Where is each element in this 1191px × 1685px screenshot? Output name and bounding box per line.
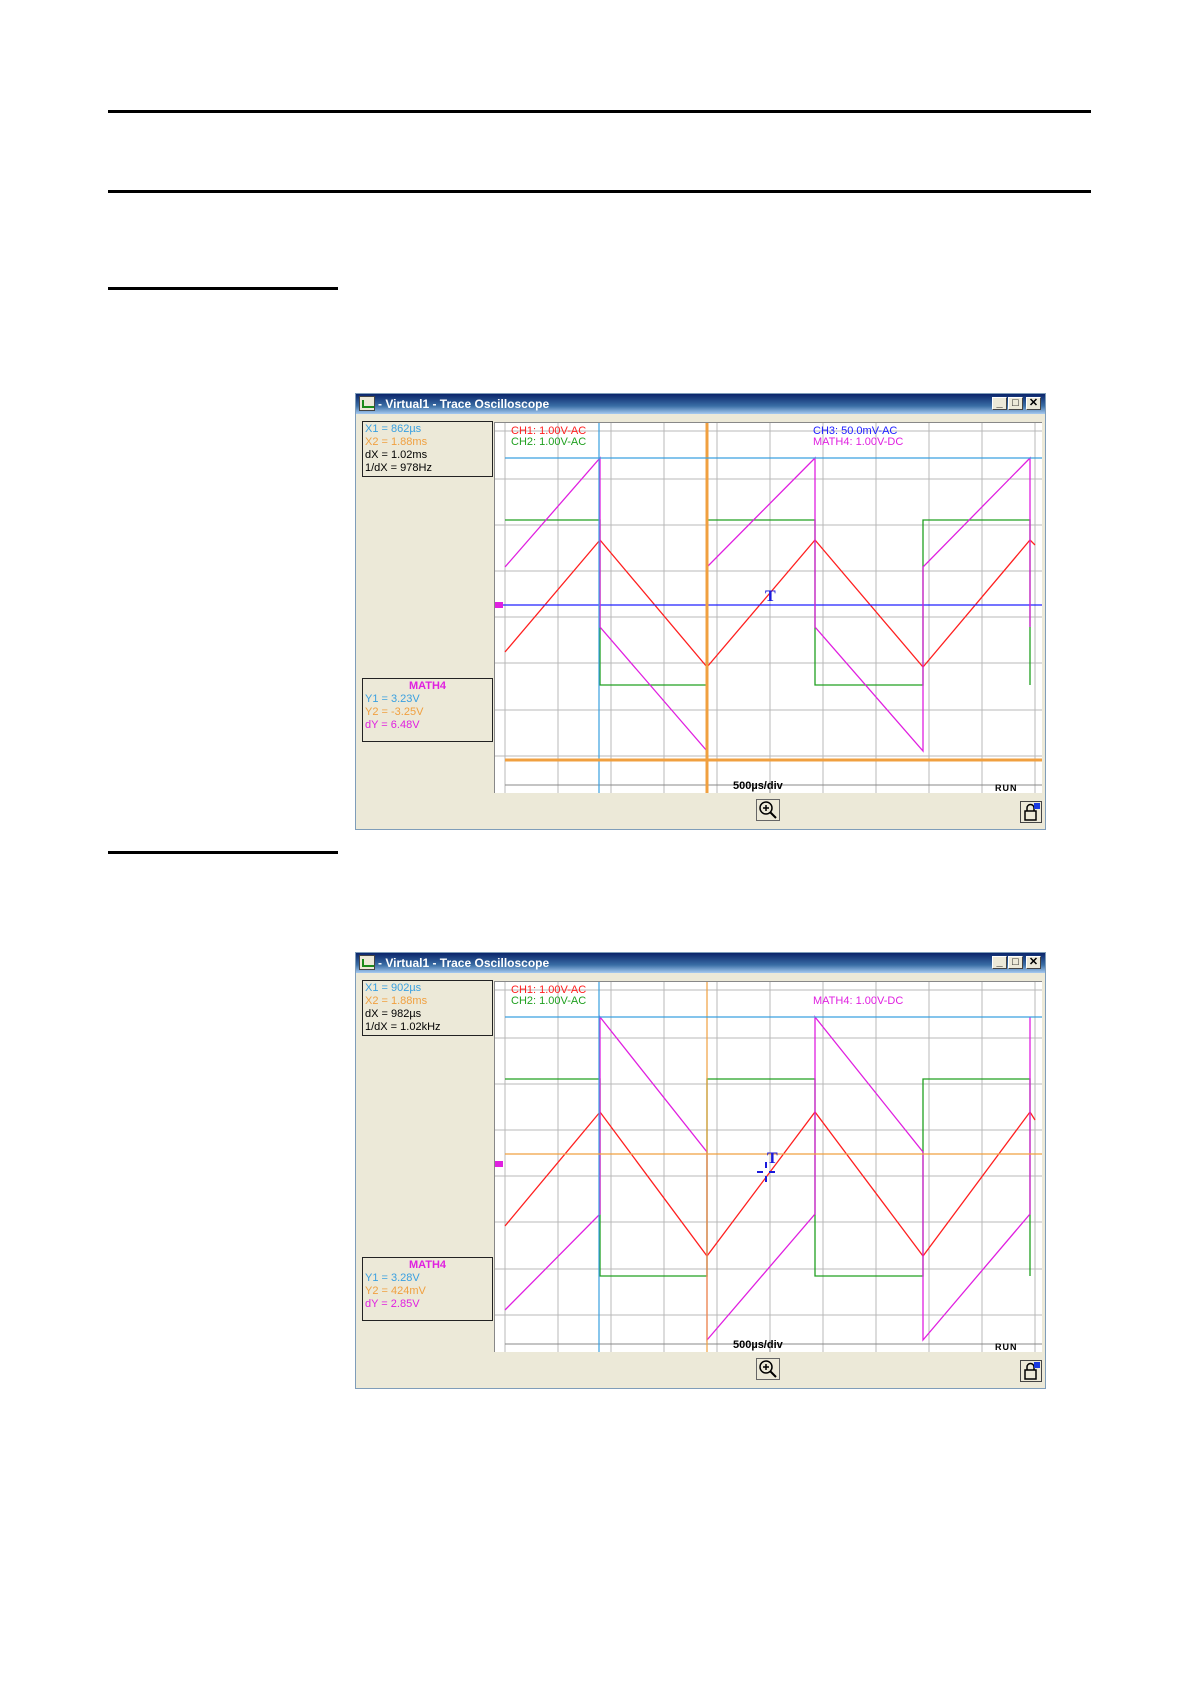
math4-sawtooth-trace: [504, 1015, 1031, 1342]
math-channel-header: MATH4: [408, 1259, 447, 1271]
timebase-label: 500µs/div: [733, 1339, 783, 1351]
scope-display[interactable]: CH1: 1.00V-AC CH2: 1.00V-AC MATH4: 1.00V…: [494, 981, 1042, 1352]
math-channel-header: MATH4: [408, 680, 447, 692]
ground-marker-icon: [495, 602, 503, 608]
dy-readout: dY = 2.85V: [365, 1298, 420, 1310]
header-rule-top: [108, 110, 1091, 113]
x2-readout: X2 = 1.88ms: [365, 995, 428, 1007]
zoom-in-button[interactable]: [756, 799, 780, 821]
y1-readout: Y1 = 3.28V: [365, 1272, 420, 1284]
timebase-label: 500µs/div: [733, 780, 783, 792]
inverse-dx-readout: 1/dX = 978Hz: [365, 462, 432, 474]
oscilloscope-window-1: - Virtual1 - Trace Oscilloscope _ □ ✕ X1…: [355, 393, 1046, 830]
x2-readout: X2 = 1.88ms: [365, 436, 428, 448]
zoom-in-button[interactable]: [756, 1358, 780, 1380]
y2-readout: Y2 = 424mV: [365, 1285, 426, 1297]
graticule: [495, 423, 1042, 793]
title-bar[interactable]: - Virtual1 - Trace Oscilloscope _ □ ✕: [356, 953, 1045, 973]
ground-marker-icon: [495, 1161, 503, 1167]
trigger-marker[interactable]: T: [767, 1150, 778, 1168]
window-title: - Virtual1 - Trace Oscilloscope: [378, 397, 550, 411]
close-button[interactable]: ✕: [1026, 397, 1041, 410]
ch2-label: CH2: 1.00V-AC: [511, 995, 587, 1007]
lock-button[interactable]: [1020, 801, 1042, 823]
scope-display[interactable]: CH1: 1.00V-AC CH2: 1.00V-AC CH3: 50.0mV-…: [494, 422, 1042, 793]
zoom-in-icon: [759, 1360, 777, 1378]
x1-readout: X1 = 862µs: [365, 423, 422, 435]
math-readout-box: MATH4 Y1 = 3.28V Y2 = 424mV dY = 2.85V: [362, 1257, 493, 1321]
oscilloscope-app-icon[interactable]: [359, 955, 375, 970]
run-status: RUN: [995, 1342, 1018, 1352]
inverse-dx-readout: 1/dX = 1.02kHz: [365, 1021, 441, 1033]
window-title: - Virtual1 - Trace Oscilloscope: [378, 956, 550, 970]
section-rule-2: [108, 851, 338, 854]
cursor-readout-box: X1 = 862µs X2 = 1.88ms dX = 1.02ms 1/dX …: [362, 421, 493, 477]
maximize-button[interactable]: □: [1008, 956, 1023, 969]
minimize-button[interactable]: _: [992, 397, 1007, 410]
x1-readout: X1 = 902µs: [365, 982, 422, 994]
cursor-readout-box: X1 = 902µs X2 = 1.88ms dX = 982µs 1/dX =…: [362, 980, 493, 1036]
y1-readout: Y1 = 3.23V: [365, 693, 420, 705]
oscilloscope-app-icon[interactable]: [359, 396, 375, 411]
dx-readout: dX = 1.02ms: [365, 449, 428, 461]
dy-readout: dY = 6.48V: [365, 719, 420, 731]
zoom-in-icon: [759, 801, 777, 819]
minimize-button[interactable]: _: [992, 956, 1007, 969]
math4-label: MATH4: 1.00V-DC: [813, 436, 904, 448]
lock-icon: [1024, 803, 1040, 821]
lock-button[interactable]: [1020, 1360, 1042, 1382]
maximize-button[interactable]: □: [1008, 397, 1023, 410]
math-readout-box: MATH4 Y1 = 3.23V Y2 = -3.25V dY = 6.48V: [362, 678, 493, 742]
oscilloscope-window-2: - Virtual1 - Trace Oscilloscope _ □ ✕ X1…: [355, 952, 1046, 1389]
trigger-marker[interactable]: T: [765, 588, 776, 606]
lock-icon: [1024, 1362, 1040, 1380]
y2-readout: Y2 = -3.25V: [365, 706, 424, 718]
close-button[interactable]: ✕: [1026, 956, 1041, 969]
header-rule-bottom: [108, 190, 1091, 193]
run-status: RUN: [995, 783, 1018, 793]
ch2-square-trace: [505, 1078, 1031, 1277]
dx-readout: dX = 982µs: [365, 1008, 422, 1020]
title-bar[interactable]: - Virtual1 - Trace Oscilloscope _ □ ✕: [356, 394, 1045, 414]
ch2-label: CH2: 1.00V-AC: [511, 436, 587, 448]
waveform-plot[interactable]: [495, 423, 1042, 793]
math4-label: MATH4: 1.00V-DC: [813, 995, 904, 1007]
section-rule-1: [108, 287, 338, 290]
